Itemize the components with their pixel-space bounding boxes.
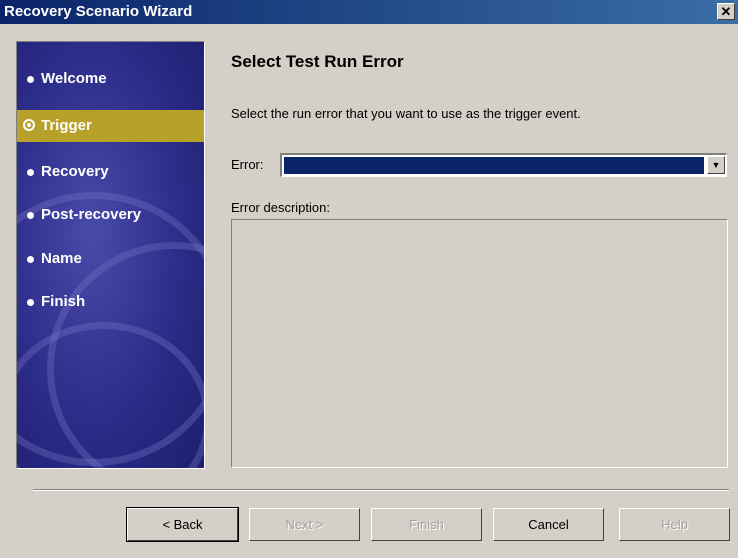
step-label: Finish xyxy=(41,293,86,310)
next-button[interactable]: Next > xyxy=(249,508,360,541)
description-label: Error description: xyxy=(231,200,330,215)
chevron-down-icon: ▼ xyxy=(711,160,721,170)
dropdown-arrow-button[interactable]: ▼ xyxy=(707,156,725,174)
error-selected-value xyxy=(284,157,704,174)
close-button[interactable]: ✕ xyxy=(717,3,735,20)
wizard-window: Recovery Scenario Wizard ✕ Welcome Trigg… xyxy=(0,0,738,558)
help-button[interactable]: Help xyxy=(619,508,730,541)
error-description-box xyxy=(231,219,728,468)
step-recovery: Recovery xyxy=(17,156,204,188)
error-dropdown[interactable]: ▼ xyxy=(280,153,727,177)
current-step-radio-icon xyxy=(23,119,35,131)
separator xyxy=(33,489,729,491)
bullet-icon xyxy=(27,299,34,306)
step-post-recovery: Post-recovery xyxy=(17,199,204,231)
bullet-icon xyxy=(27,212,34,219)
bullet-icon xyxy=(27,169,34,176)
step-label: Trigger xyxy=(41,117,92,134)
step-finish: Finish xyxy=(17,286,204,318)
step-welcome: Welcome xyxy=(17,63,204,95)
back-button[interactable]: < Back xyxy=(126,507,239,542)
step-label: Welcome xyxy=(41,70,107,87)
step-label: Name xyxy=(41,250,82,267)
bullet-icon xyxy=(27,76,34,83)
window-title: Recovery Scenario Wizard xyxy=(4,3,193,20)
instruction-text: Select the run error that you want to us… xyxy=(231,106,581,121)
finish-button[interactable]: Finish xyxy=(371,508,482,541)
step-trigger: Trigger xyxy=(17,110,204,142)
bullet-icon xyxy=(27,256,34,263)
title-bar[interactable]: Recovery Scenario Wizard ✕ xyxy=(0,0,738,24)
close-icon: ✕ xyxy=(720,4,732,19)
error-label: Error: xyxy=(231,157,264,172)
step-label: Post-recovery xyxy=(41,206,142,223)
step-label: Recovery xyxy=(41,163,109,180)
page-title: Select Test Run Error xyxy=(231,52,404,71)
cancel-button[interactable]: Cancel xyxy=(493,508,604,541)
wizard-steps-panel: Welcome Trigger Recovery Post-recovery N… xyxy=(16,41,205,469)
step-name: Name xyxy=(17,243,204,275)
